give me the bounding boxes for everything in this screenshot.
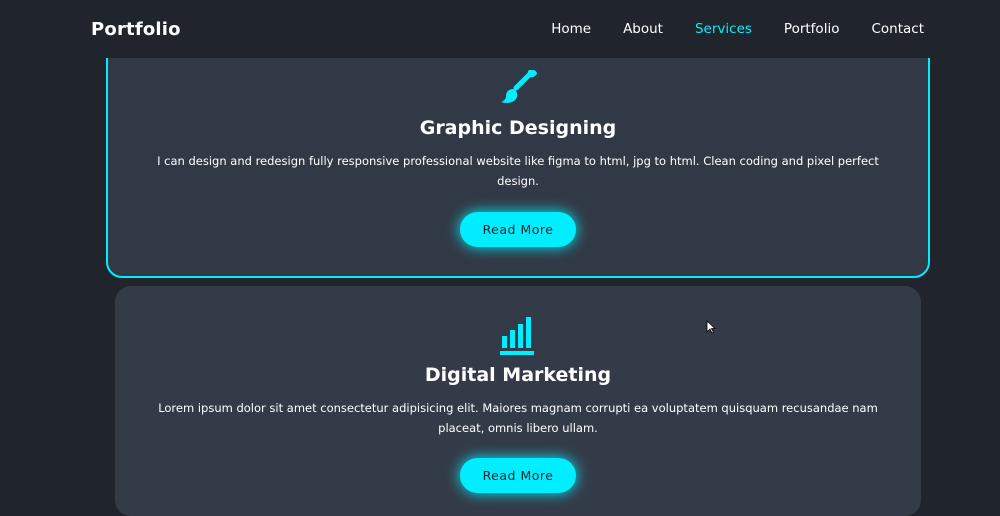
nav-portfolio[interactable]: Portfolio	[784, 21, 840, 37]
service-description: Lorem ipsum dolor sit amet consectetur a…	[158, 401, 878, 435]
bar-chart-icon	[498, 314, 538, 360]
read-more-button[interactable]: Read More	[460, 212, 576, 247]
site-header: Portfolio Home About Services Portfolio …	[0, 0, 1000, 58]
service-title: Graphic Designing	[419, 117, 617, 139]
nav-services[interactable]: Services	[695, 21, 752, 37]
service-card-digital-marketing: Digital Marketing Lorem ipsum dolor sit …	[115, 286, 921, 516]
nav-contact[interactable]: Contact	[871, 21, 924, 37]
service-card-graphic-designing: Graphic Designing I can design and redes…	[106, 28, 930, 278]
nav-home[interactable]: Home	[551, 21, 591, 37]
paintbrush-icon	[496, 64, 540, 112]
services-section: Graphic Designing I can design and redes…	[0, 0, 1000, 516]
mouse-cursor-icon	[706, 319, 717, 334]
service-title: Digital Marketing	[424, 364, 612, 386]
service-description: I can design and redesign fully responsi…	[157, 154, 879, 188]
read-more-button[interactable]: Read More	[460, 458, 576, 493]
main-nav: Home About Services Portfolio Contact	[551, 21, 924, 37]
logo[interactable]: Portfolio	[91, 19, 181, 40]
nav-about[interactable]: About	[623, 21, 663, 37]
